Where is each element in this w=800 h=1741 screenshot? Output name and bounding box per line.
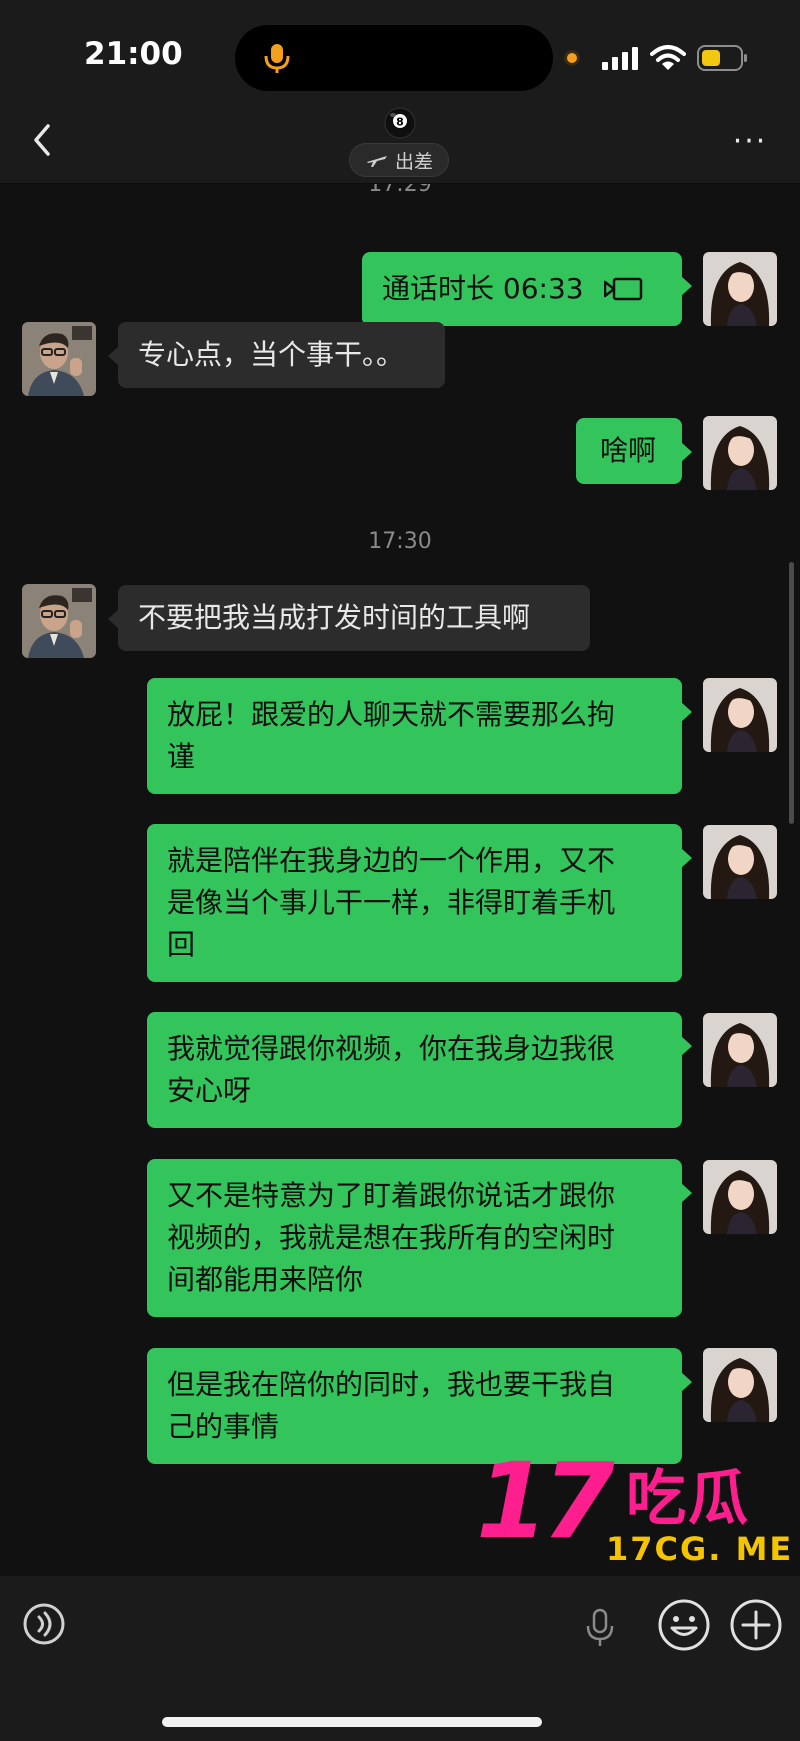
message-line: 谨 (167, 740, 196, 773)
more-options-button[interactable]: ··· (728, 124, 772, 160)
input-bar (0, 1576, 800, 1741)
message-bubble-sent[interactable]: 啥啊 (576, 418, 692, 484)
contact-avatar[interactable] (22, 584, 96, 658)
call-record-bubble[interactable]: 通话时长 06:33 (362, 252, 692, 326)
contact-status-pill[interactable]: 出差 (349, 143, 449, 177)
wifi-icon (650, 45, 686, 70)
back-icon[interactable] (24, 118, 60, 162)
message-bubble-received[interactable]: 专心点，当个事干。。 (108, 322, 445, 388)
contact-status-text: 出差 (394, 150, 433, 173)
my-avatar[interactable] (703, 252, 777, 326)
message-bubble-sent[interactable]: 放屁！跟爱的人聊天就不需要那么拘 谨 (147, 678, 692, 794)
battery-icon (697, 45, 747, 71)
message-bubble-sent[interactable]: 我就觉得跟你视频，你在我身边我很 安心呀 (147, 1012, 692, 1128)
site-watermark: 17 吃瓜 17CG. ME (476, 1440, 796, 1572)
message-text: 不要把我当成打发时间的工具啊 (138, 601, 531, 634)
message-line: 但是我在陪你的同时，我也要干我自 (167, 1368, 616, 1401)
call-duration-text: 通话时长 06:33 (382, 272, 584, 305)
message-line: 放屁！跟爱的人聊天就不需要那么拘 (167, 698, 616, 731)
status-time: 21:00 (84, 36, 183, 72)
message-line: 是像当个事儿干一样，非得盯着手机 (167, 886, 616, 919)
message-line: 视频的，我就是想在我所有的空闲时 (167, 1221, 616, 1254)
contact-avatar[interactable] (22, 322, 96, 396)
microphone-icon[interactable] (583, 1606, 617, 1650)
message-line: 我就觉得跟你视频，你在我身边我很 (167, 1032, 616, 1065)
signal-icon (602, 47, 638, 70)
dynamic-island (235, 25, 553, 91)
message-list[interactable]: 17:29 通话时长 06:33 专心点，当个事干。。 啥啊 17:30 不要把… (0, 184, 800, 1576)
recording-indicator (564, 50, 580, 66)
message-input[interactable] (82, 1594, 536, 1656)
message-text: 啥啊 (600, 434, 657, 467)
emoji-icon[interactable] (656, 1597, 712, 1653)
message-line: 安心呀 (167, 1074, 252, 1107)
watermark-url: 17CG. ME (606, 1530, 794, 1568)
my-avatar[interactable] (703, 825, 777, 899)
message-bubble-sent[interactable]: 就是陪伴在我身边的一个作用，又不 是像当个事儿干一样，非得盯着手机 回 (147, 824, 692, 982)
billiard-ball-icon: 8 (384, 107, 416, 139)
watermark-chinese: 吃瓜 (626, 1464, 750, 1534)
svg-text:8: 8 (396, 116, 404, 129)
plus-icon[interactable] (728, 1597, 784, 1653)
microphone-icon (264, 44, 290, 73)
chat-scrollbar[interactable] (789, 562, 794, 824)
message-line: 回 (167, 928, 196, 961)
message-line: 间都能用来陪你 (167, 1263, 364, 1296)
my-avatar[interactable] (703, 416, 777, 490)
my-avatar[interactable] (703, 678, 777, 752)
message-text: 专心点，当个事干。。 (138, 338, 405, 371)
message-bubble-received[interactable]: 不要把我当成打发时间的工具啊 (108, 585, 590, 651)
status-bar: 21:00 (0, 0, 800, 100)
message-timestamp: 17:30 (368, 529, 432, 554)
message-line: 又不是特意为了盯着跟你说话才跟你 (167, 1179, 616, 1212)
voice-toggle-icon[interactable] (22, 1602, 66, 1646)
message-timestamp: 17:29 (368, 184, 432, 197)
message-bubble-sent[interactable]: 又不是特意为了盯着跟你说话才跟你 视频的，我就是想在我所有的空闲时 间都能用来陪… (147, 1159, 692, 1317)
video-call-icon (603, 277, 642, 301)
my-avatar[interactable] (703, 1160, 777, 1234)
airplane-icon (366, 156, 387, 167)
watermark-number: 17 (476, 1440, 615, 1562)
message-line: 就是陪伴在我身边的一个作用，又不 (167, 844, 616, 877)
my-avatar[interactable] (703, 1348, 777, 1422)
my-avatar[interactable] (703, 1013, 777, 1087)
home-indicator[interactable] (162, 1717, 542, 1727)
chat-header: 8 出差 ··· (0, 100, 800, 184)
